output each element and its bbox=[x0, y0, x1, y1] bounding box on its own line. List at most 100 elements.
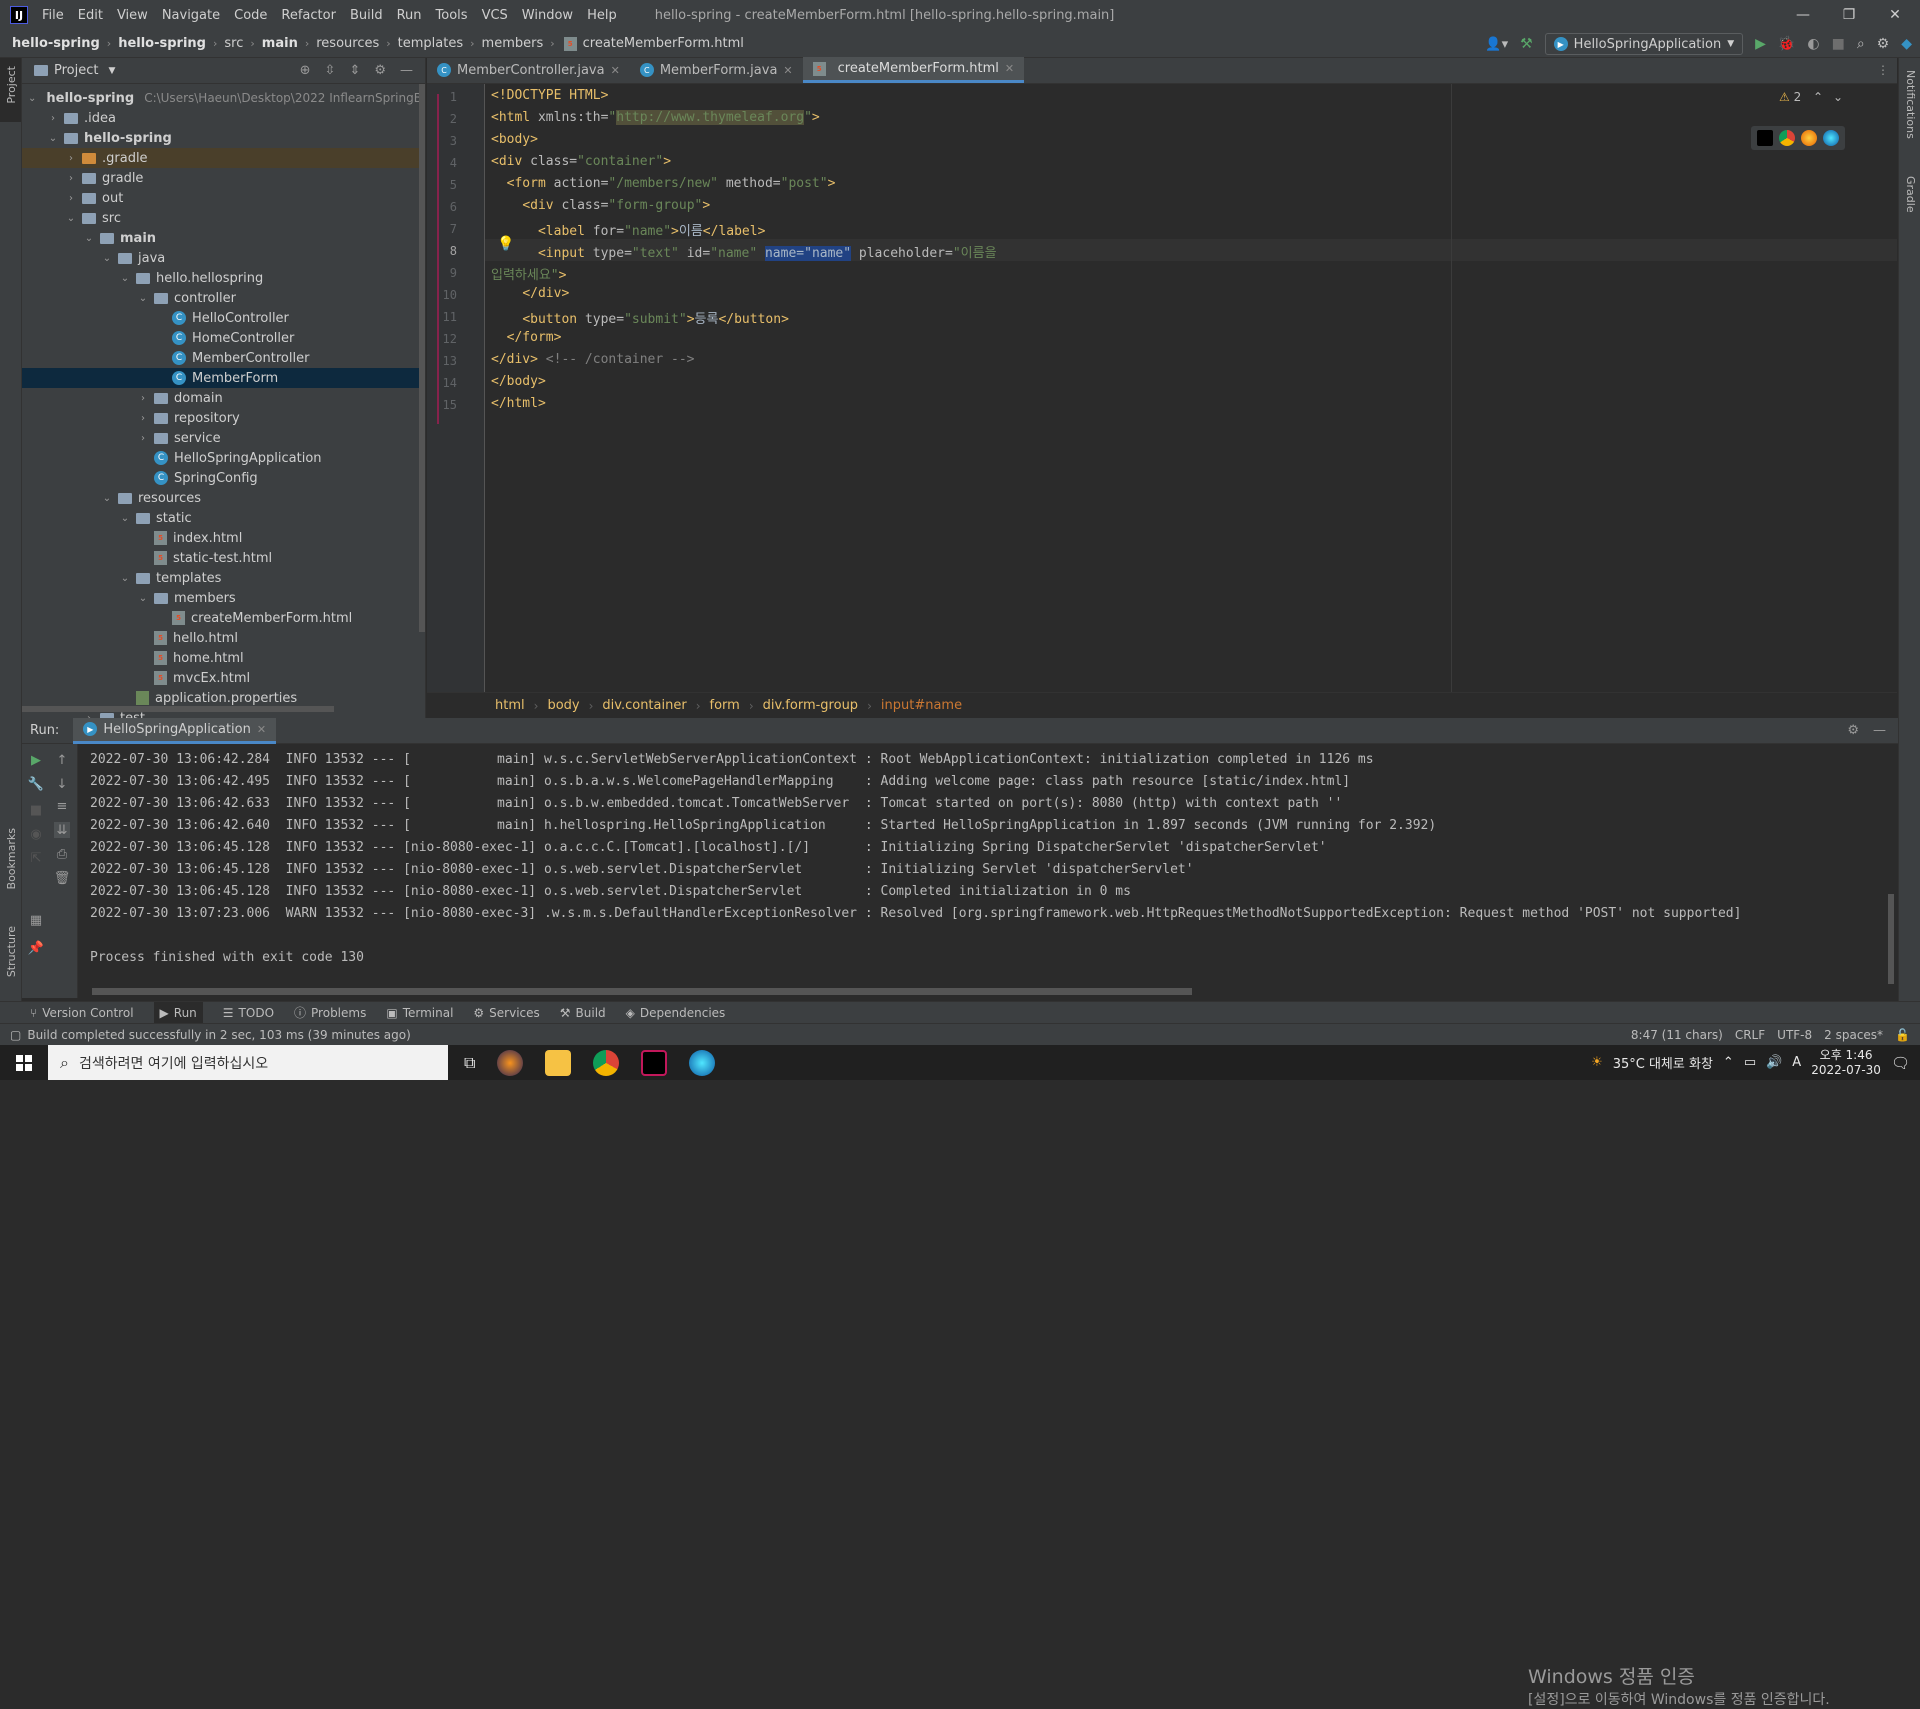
tree-item[interactable]: › gradle bbox=[22, 168, 425, 188]
crumb-project[interactable]: hello-spring bbox=[12, 36, 100, 51]
menu-view[interactable]: View bbox=[117, 8, 148, 23]
ime-indicator[interactable]: A bbox=[1792, 1055, 1801, 1070]
chevron-right-icon[interactable]: › bbox=[64, 173, 78, 184]
tree-hscrollbar[interactable] bbox=[22, 706, 334, 712]
chevron-down-icon[interactable]: ⌄ bbox=[100, 253, 114, 264]
code-line[interactable]: <label for="name">이름</label> bbox=[491, 220, 765, 239]
tree-item[interactable]: ⌄ members bbox=[22, 588, 425, 608]
code-line[interactable]: <div class="form-group"> bbox=[491, 198, 710, 213]
edge-icon[interactable] bbox=[689, 1049, 716, 1076]
menu-run[interactable]: Run bbox=[397, 8, 422, 23]
settings-gear-icon[interactable]: ⚙ bbox=[1847, 723, 1859, 738]
crumb-div-form-group[interactable]: div.form-group bbox=[763, 698, 858, 713]
stop-icon[interactable]: ■ bbox=[28, 802, 44, 818]
notifications-tool-button[interactable]: Notifications bbox=[1904, 70, 1917, 139]
menu-window[interactable]: Window bbox=[522, 8, 573, 23]
chevron-down-icon[interactable]: ⌄ bbox=[118, 513, 132, 524]
notification-center-icon[interactable]: 🗨 bbox=[1891, 1054, 1910, 1072]
chrome-icon[interactable] bbox=[593, 1049, 620, 1076]
code-line[interactable]: </form> bbox=[491, 330, 562, 345]
chevron-down-icon[interactable]: ⌄ bbox=[46, 133, 60, 144]
tree-item[interactable]: ⌄ resources bbox=[22, 488, 425, 508]
chevron-down-icon[interactable]: ▼ bbox=[108, 66, 115, 76]
chevron-right-icon[interactable]: › bbox=[136, 433, 150, 444]
wrench-icon[interactable]: 🔧 bbox=[28, 776, 44, 792]
code-line[interactable]: <body> bbox=[491, 132, 538, 147]
layout-icon[interactable]: ▦ bbox=[28, 912, 44, 928]
search-icon[interactable]: ⌕ bbox=[1857, 36, 1865, 52]
soft-wrap-icon[interactable]: ≡ bbox=[54, 798, 70, 814]
menu-navigate[interactable]: Navigate bbox=[162, 8, 220, 23]
close-icon[interactable]: ✕ bbox=[1872, 0, 1918, 30]
tab-terminal[interactable]: ▣ Terminal bbox=[386, 1006, 453, 1020]
chevron-right-icon[interactable]: › bbox=[136, 413, 150, 424]
exit-icon[interactable]: ⇱ bbox=[28, 850, 44, 866]
chevron-right-icon[interactable]: › bbox=[136, 393, 150, 404]
chevron-right-icon[interactable]: › bbox=[64, 193, 78, 204]
code-line[interactable]: 입력하세요"> bbox=[491, 264, 566, 283]
code-line[interactable]: </body> bbox=[491, 374, 546, 389]
tree-scrollbar[interactable] bbox=[419, 84, 425, 632]
user-icon[interactable]: 👤▾ bbox=[1485, 37, 1508, 52]
tree-item[interactable]: C MemberController bbox=[22, 348, 425, 368]
edge-icon[interactable] bbox=[1823, 130, 1839, 146]
tab-member-form[interactable]: C MemberForm.java ✕ bbox=[630, 57, 803, 83]
code-line[interactable]: </div> <!-- /container --> bbox=[491, 352, 695, 367]
menu-refactor[interactable]: Refactor bbox=[281, 8, 336, 23]
weather-text[interactable]: 35°C 대체로 화창 bbox=[1613, 1053, 1713, 1072]
tree-item[interactable]: 5 index.html bbox=[22, 528, 425, 548]
windows-start-icon[interactable] bbox=[0, 1045, 48, 1080]
crumb-html[interactable]: html bbox=[495, 698, 525, 713]
collapse-all-icon[interactable]: ⇕ bbox=[349, 63, 360, 78]
structure-tool-button[interactable]: Structure bbox=[5, 926, 18, 977]
tree-item[interactable]: ⌄ templates bbox=[22, 568, 425, 588]
next-highlight-icon[interactable]: ⌄ bbox=[1833, 90, 1843, 104]
chevron-down-icon[interactable]: ⌄ bbox=[118, 573, 132, 584]
crumb-body[interactable]: body bbox=[547, 698, 579, 713]
hide-panel-icon[interactable]: — bbox=[1873, 723, 1886, 738]
file-encoding[interactable]: UTF-8 bbox=[1777, 1028, 1812, 1042]
code-line[interactable]: <button type="submit">등록</button> bbox=[491, 308, 789, 327]
tab-member-controller[interactable]: C MemberController.java ✕ bbox=[427, 57, 630, 83]
chevron-down-icon[interactable]: ⌄ bbox=[136, 593, 150, 604]
lock-icon[interactable]: 🔓 bbox=[1895, 1028, 1910, 1042]
settings-gear-icon[interactable]: ⚙ bbox=[1877, 36, 1890, 52]
tree-item[interactable]: 5 mvcEx.html bbox=[22, 668, 425, 688]
tab-build[interactable]: ⚒ Build bbox=[560, 1006, 606, 1020]
close-tab-icon[interactable]: ✕ bbox=[783, 64, 792, 77]
chevron-down-icon[interactable]: ⌄ bbox=[136, 293, 150, 304]
project-panel-title[interactable]: Project bbox=[54, 63, 98, 78]
chevron-right-icon[interactable]: › bbox=[64, 153, 78, 164]
intention-bulb-icon[interactable]: 💡 bbox=[497, 236, 514, 252]
tree-item[interactable]: application.properties bbox=[22, 688, 425, 708]
line-separator[interactable]: CRLF bbox=[1735, 1028, 1765, 1042]
tree-item[interactable]: ⌄ hello-spring C:\Users\Haeun\Desktop\2022… bbox=[22, 88, 425, 108]
expand-all-icon[interactable]: ⇳ bbox=[325, 63, 336, 78]
chevron-right-icon[interactable]: › bbox=[46, 113, 60, 124]
indent-setting[interactable]: 2 spaces* bbox=[1824, 1028, 1883, 1042]
tree-item[interactable]: ⌄ controller bbox=[22, 288, 425, 308]
code-line[interactable]: <div class="container"> bbox=[491, 154, 671, 169]
maximize-icon[interactable]: ❐ bbox=[1826, 0, 1872, 30]
scroll-to-end-icon[interactable]: ⇊ bbox=[54, 822, 70, 838]
eclipse-icon[interactable] bbox=[497, 1049, 524, 1076]
file-explorer-icon[interactable] bbox=[545, 1049, 572, 1076]
ide-update-icon[interactable]: ◆ bbox=[1901, 36, 1912, 52]
code-line[interactable]: </div> bbox=[491, 286, 569, 301]
intellij-taskbar-icon[interactable] bbox=[641, 1049, 668, 1076]
crumb-templates[interactable]: templates bbox=[398, 36, 463, 51]
crumb-input-name[interactable]: input#name bbox=[881, 698, 962, 713]
task-view-icon[interactable]: ⧉ bbox=[464, 1053, 475, 1073]
build-hammer-icon[interactable]: ⚒ bbox=[1520, 36, 1533, 52]
chevron-down-icon[interactable]: ⌄ bbox=[82, 233, 96, 244]
tree-item[interactable]: 5 createMemberForm.html bbox=[22, 608, 425, 628]
print-icon[interactable]: ⎙ bbox=[54, 846, 70, 862]
menu-build[interactable]: Build bbox=[350, 8, 383, 23]
tab-problems[interactable]: ⓘ Problems bbox=[294, 1004, 366, 1021]
scroll-down-icon[interactable]: ↓ bbox=[54, 776, 70, 792]
minimize-icon[interactable]: — bbox=[1780, 0, 1826, 30]
crumb-file[interactable]: createMemberForm.html bbox=[583, 36, 744, 51]
code-line[interactable]: <form action="/members/new" method="post… bbox=[491, 176, 836, 191]
volume-icon[interactable]: 🔊 bbox=[1766, 1055, 1782, 1070]
code-editor[interactable]: 1 <!DOCTYPE HTML> 2 <html xmlns:th="http://… bbox=[427, 84, 1897, 692]
